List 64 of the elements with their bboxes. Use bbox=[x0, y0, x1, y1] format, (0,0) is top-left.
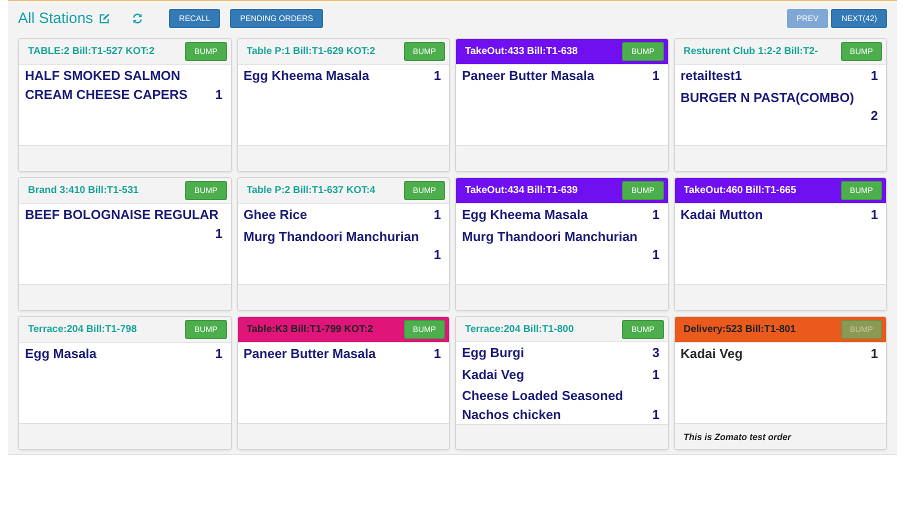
order-info: Terrace:204 Bill:T1-798 bbox=[28, 324, 138, 335]
order-info: Terrace:204 Bill:T1-800 bbox=[465, 324, 575, 334]
toolbar-button[interactable]: RECALL bbox=[169, 9, 220, 28]
item-quantity: 1 bbox=[870, 206, 878, 224]
item-name: Kadai Veg bbox=[462, 366, 524, 384]
order-info: Table:K3 Bill:T1-799 KOT:2 bbox=[246, 324, 374, 335]
bump-button[interactable]: BUMP bbox=[622, 320, 664, 338]
item-name: Kadai Mutton bbox=[680, 206, 763, 224]
item-name: Ghee Rice bbox=[244, 206, 308, 224]
item-name: retailtest1 bbox=[680, 67, 742, 85]
bump-button[interactable]: BUMP bbox=[185, 181, 226, 200]
bump-button[interactable]: BUMP bbox=[185, 42, 226, 61]
item-quantity: 1 bbox=[215, 86, 222, 104]
bump-button[interactable]: BUMP bbox=[622, 181, 664, 200]
page-title: All Stations bbox=[18, 10, 94, 27]
order-info: Resturent Club 1:2-2 Bill:T2- bbox=[684, 46, 819, 57]
order-info: Table P:2 Bill:T1-637 KOT:4 bbox=[246, 185, 376, 196]
item-quantity: 1 bbox=[652, 67, 660, 85]
item-name: Murg Thandoori Manchurian bbox=[244, 228, 420, 246]
item-name: Egg Kheema Masala bbox=[462, 206, 588, 224]
item-name: Kadai Veg bbox=[680, 345, 743, 363]
item-quantity: 1 bbox=[652, 246, 660, 264]
bump-button[interactable]: BUMP bbox=[404, 42, 445, 61]
item-quantity: 2 bbox=[870, 107, 878, 125]
item-name: HALF SMOKED SALMON CREAM CHEESE CAPERS bbox=[25, 67, 189, 104]
edit-icon[interactable] bbox=[99, 13, 110, 24]
bump-button[interactable]: BUMP bbox=[840, 181, 882, 200]
item-name: Egg Masala bbox=[25, 345, 97, 363]
item-name: Egg Burgi bbox=[462, 344, 524, 362]
order-info: Brand 3:410 Bill:T1-531 bbox=[28, 185, 140, 196]
item-quantity: 1 bbox=[434, 67, 441, 85]
order-info: TakeOut:460 Bill:T1-665 bbox=[684, 185, 798, 196]
order-info: Table P:1 Bill:T1-629 KOT:2 bbox=[246, 46, 376, 57]
item-name: Egg Kheema Masala bbox=[244, 67, 370, 85]
item-name: Cheese Loaded Seasoned Nachos chicken bbox=[462, 387, 624, 424]
item-quantity: 3 bbox=[652, 344, 660, 362]
item-quantity: 1 bbox=[652, 406, 660, 424]
item-quantity: 1 bbox=[652, 206, 660, 224]
order-info: TakeOut:433 Bill:T1-638 bbox=[465, 46, 579, 57]
bump-button[interactable]: BUMP bbox=[622, 42, 664, 61]
item-name: Paneer Butter Masala bbox=[462, 67, 594, 85]
item-quantity: 1 bbox=[652, 366, 660, 384]
item-quantity: 1 bbox=[215, 224, 222, 242]
order-note: This is Zomato test order bbox=[684, 432, 792, 442]
item-quantity: 1 bbox=[215, 345, 222, 363]
item-name: BURGER N PASTA(COMBO) bbox=[680, 88, 856, 107]
order-info: Delivery:523 Bill:T1-801 bbox=[684, 324, 797, 335]
item-quantity: 1 bbox=[434, 246, 441, 264]
toolbar-button[interactable]: PENDING ORDERS bbox=[230, 9, 324, 28]
order-info: TABLE:2 Bill:T1-527 KOT:2 bbox=[28, 46, 156, 57]
bump-button[interactable]: BUMP bbox=[185, 320, 226, 339]
item-quantity: 1 bbox=[870, 67, 878, 85]
item-quantity: 1 bbox=[434, 206, 441, 224]
item-name: BEEF BOLOGNAISE REGULAR bbox=[25, 206, 220, 224]
refresh-icon[interactable] bbox=[132, 13, 144, 24]
bump-button[interactable]: BUMP bbox=[404, 181, 445, 200]
item-name: Paneer Butter Masala bbox=[244, 345, 376, 363]
item-name: Murg Thandoori Manchurian bbox=[462, 228, 638, 246]
bump-button[interactable]: BUMP bbox=[404, 320, 445, 339]
item-quantity: 1 bbox=[870, 345, 878, 363]
order-info: TakeOut:434 Bill:T1-639 bbox=[465, 185, 579, 196]
item-quantity: 1 bbox=[434, 345, 441, 363]
pager-button[interactable]: NEXT(42) bbox=[831, 9, 887, 28]
bump-button[interactable]: BUMP bbox=[840, 42, 882, 61]
